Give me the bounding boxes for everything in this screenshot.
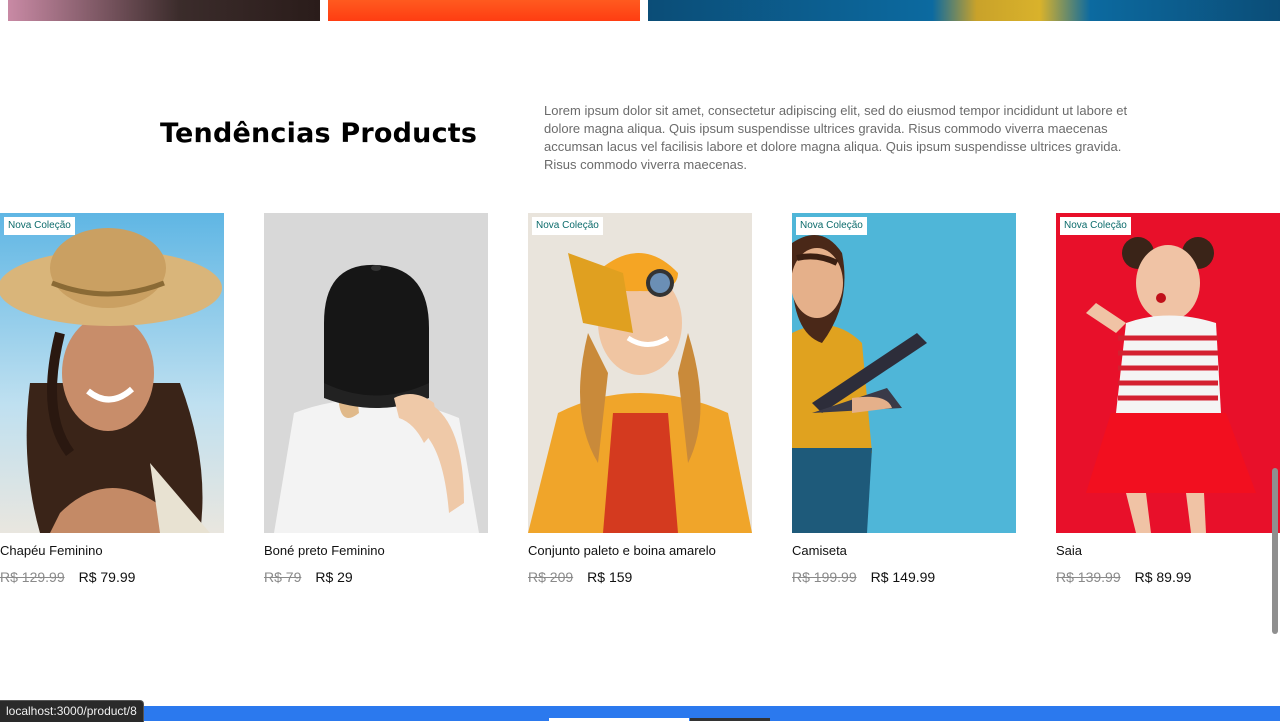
product-card[interactable]: Nova Coleção Chapéu Feminino R$ 129.99 R$… [0,213,224,585]
old-price: R$ 79 [264,569,302,585]
new-collection-badge: Nova Coleção [532,217,603,235]
product-prices: R$ 139.99 R$ 89.99 [1056,569,1191,585]
old-price: R$ 209 [528,569,574,585]
old-price: R$ 129.99 [0,569,65,585]
banner-image-2[interactable] [328,0,640,21]
old-price: R$ 199.99 [792,569,857,585]
product-image[interactable] [264,213,488,533]
product-name[interactable]: Camiseta [792,543,847,558]
product-image[interactable]: Nova Coleção [1056,213,1280,533]
current-price: R$ 89.99 [1134,569,1192,585]
current-price: R$ 159 [587,569,633,585]
current-price: R$ 29 [315,569,353,585]
product-name[interactable]: Chapéu Feminino [0,543,103,558]
product-prices: R$ 209 R$ 159 [528,569,632,585]
new-collection-badge: Nova Coleção [1060,217,1131,235]
product-list: Nova Coleção Chapéu Feminino R$ 129.99 R$… [0,213,1280,603]
product-prices: R$ 199.99 R$ 149.99 [792,569,935,585]
product-name[interactable]: Boné preto Feminino [264,543,385,558]
product-name[interactable]: Saia [1056,543,1082,558]
product-card[interactable]: Boné preto Feminino R$ 79 R$ 29 [264,213,488,585]
section-title: Tendências Products [160,118,478,149]
status-bar-url: localhost:3000/product/8 [0,700,144,722]
section-description: Lorem ipsum dolor sit amet, consectetur … [544,103,1128,172]
product-image[interactable]: Nova Coleção [528,213,752,533]
product-prices: R$ 79 R$ 29 [264,569,353,585]
new-collection-badge: Nova Coleção [4,217,75,235]
product-card[interactable]: Nova Coleção Saia R$ 139.99 R$ 89.99 [1056,213,1280,585]
current-price: R$ 79.99 [78,569,136,585]
old-price: R$ 139.99 [1056,569,1121,585]
banner-image-3[interactable] [648,0,1280,21]
product-prices: R$ 129.99 R$ 79.99 [0,569,135,585]
product-image[interactable]: Nova Coleção [792,213,1016,533]
scrollbar-thumb[interactable] [1272,468,1278,634]
product-image[interactable]: Nova Coleção [0,213,224,533]
new-collection-badge: Nova Coleção [796,217,867,235]
banner-image-1[interactable] [8,0,320,21]
product-card[interactable]: Nova Coleção Camiseta R$ 199.99 R$ 149.99 [792,213,1016,585]
footer-section [0,706,1280,721]
product-card[interactable]: Nova Coleção Conjunto paleto e boina ama… [528,213,752,585]
current-price: R$ 149.99 [870,569,936,585]
product-name[interactable]: Conjunto paleto e boina amarelo [528,543,716,558]
